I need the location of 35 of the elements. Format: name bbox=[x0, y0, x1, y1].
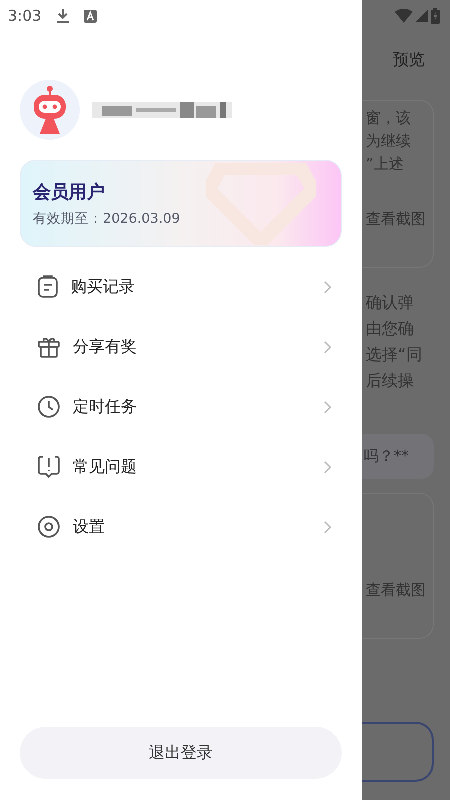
exclamation-bubble-icon bbox=[37, 455, 61, 479]
menu-item[interactable]: 设置 bbox=[0, 497, 362, 557]
text-line: 确认弹 bbox=[366, 292, 415, 314]
chevron-right-icon bbox=[324, 520, 332, 534]
logout-button[interactable]: 退出登录 bbox=[20, 727, 342, 779]
menu-item[interactable]: 分享有奖 bbox=[0, 317, 362, 377]
text-line: 选择“同 bbox=[366, 344, 424, 366]
app-notification-icon bbox=[84, 10, 97, 22]
menu-item[interactable]: 购买记录 bbox=[0, 257, 362, 317]
outlined-button[interactable] bbox=[362, 722, 434, 782]
text-line: 为继续 bbox=[366, 131, 412, 152]
text-line: 吗？** bbox=[364, 446, 409, 467]
settings-icon bbox=[37, 515, 61, 539]
text-line: 窗，该 bbox=[366, 108, 412, 129]
chevron-right-icon bbox=[324, 280, 332, 294]
expiry-date: 有效期至：2026.03.09 bbox=[33, 210, 182, 228]
shield-icon bbox=[206, 163, 316, 245]
status-time: 3:03 bbox=[8, 7, 42, 25]
text-line: 由您确 bbox=[366, 318, 415, 340]
clock-icon bbox=[37, 395, 61, 419]
download-icon bbox=[56, 8, 70, 24]
chevron-right-icon bbox=[324, 400, 332, 414]
signal-icon bbox=[416, 10, 428, 22]
membership-card[interactable]: 会员用户 有效期至：2026.03.09 bbox=[20, 160, 342, 247]
gift-icon bbox=[37, 335, 61, 359]
membership-title: 会员用户 bbox=[33, 180, 106, 204]
menu-item[interactable]: 常见问题 bbox=[0, 437, 362, 497]
wifi-icon bbox=[395, 9, 413, 23]
clipboard-icon bbox=[37, 275, 59, 299]
chevron-right-icon bbox=[324, 460, 332, 474]
menu-item[interactable]: 定时任务 bbox=[0, 377, 362, 437]
chevron-right-icon bbox=[324, 340, 332, 354]
text-line: 后续操 bbox=[366, 370, 415, 392]
battery-icon bbox=[431, 8, 440, 24]
text-line: ”上述 bbox=[366, 154, 405, 175]
